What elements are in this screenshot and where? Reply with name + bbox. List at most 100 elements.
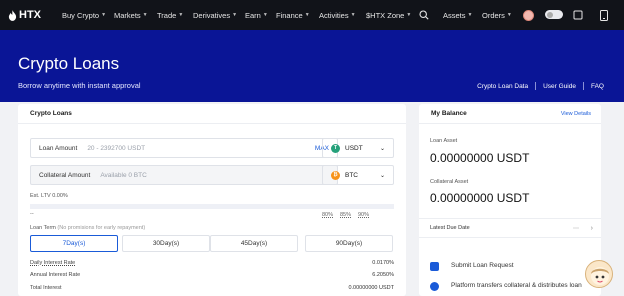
transfer-icon (430, 282, 439, 291)
notification-icon[interactable] (571, 8, 585, 22)
caret-down-icon: ▼ (232, 12, 238, 18)
annual-interest-label: Annual Interest Rate (30, 272, 81, 278)
nav-label: Derivatives (193, 10, 231, 20)
ltv-mark-80: 80% (322, 212, 334, 218)
divider (582, 82, 584, 90)
term-45-day[interactable]: 45Day(s) (210, 235, 298, 252)
faq-link[interactable]: FAQ (591, 83, 604, 90)
total-interest-value: 0.00000000 USDT (348, 285, 394, 291)
document-icon (430, 262, 439, 271)
est-ltv-label: Est. LTV 0.00% (30, 193, 68, 199)
page-subtitle: Borrow anytime with instant approval (18, 81, 141, 90)
loan-coin-select[interactable]: T USDT ⌄ (322, 138, 394, 158)
total-interest-label: Total Interest (30, 285, 62, 291)
hero-links: Crypto Loan Data User Guide FAQ (477, 82, 604, 90)
caret-down-icon: ▼ (304, 12, 310, 18)
daily-interest-label: Daily Interest Rate (30, 260, 76, 266)
nav-earn[interactable]: Earn ▼ (245, 0, 268, 30)
latest-due-date-row[interactable]: Latest Due Date ⋯ › (419, 218, 601, 238)
usdt-icon: T (331, 143, 340, 153)
search-icon[interactable] (417, 8, 431, 22)
nav-trade[interactable]: Trade ▼ (157, 0, 183, 30)
balance-card: My Balance View Details Loan Asset 0.000… (419, 104, 601, 296)
nav-activities[interactable]: Activities ▼ (319, 0, 356, 30)
ltv-value: -- (30, 211, 34, 217)
collateral-asset-label: Collateral Asset (430, 179, 469, 185)
nav-label: Finance (276, 10, 303, 20)
hero-banner: Crypto Loans Borrow anytime with instant… (0, 30, 624, 102)
nav-finance[interactable]: Finance ▼ (276, 0, 310, 30)
loan-asset-value: 0.00000000 USDT (430, 151, 530, 165)
loan-amount-placeholder: 20 - 2392700 USDT (87, 144, 146, 152)
loan-coin-label: USDT (345, 144, 363, 152)
brand-name: HTX (19, 9, 41, 21)
top-nav: HTX Buy Crypto ▼ Markets ▼ Trade ▼ Derivati… (0, 0, 624, 30)
nav-markets[interactable]: Markets ▼ (114, 0, 148, 30)
ltv-mark-90: 90% (358, 212, 370, 218)
avatar-icon[interactable] (521, 8, 535, 22)
loan-form-card: Crypto Loans Loan Amount 20 - 2392700 US… (18, 104, 406, 296)
collateral-amount-label: Collateral Amount (39, 171, 91, 179)
loan-term-note: (No promisions for early repayment) (57, 225, 146, 231)
more-icon: ⋯ (573, 225, 579, 232)
loan-term-title: Loan Term (30, 225, 56, 231)
term-30-day[interactable]: 30Day(s) (122, 235, 210, 252)
download-icon[interactable] (597, 8, 611, 22)
step-label: Submit Loan Request (451, 262, 514, 269)
term-7-day[interactable]: 7Day(s) (30, 235, 118, 252)
caret-down-icon: ▼ (467, 12, 473, 18)
latest-due-date-label: Latest Due Date (430, 225, 470, 231)
divider (535, 82, 537, 90)
nav-assets[interactable]: Assets ▼ (443, 0, 472, 30)
loan-amount-field[interactable]: Loan Amount 20 - 2392700 USDT MAX (30, 138, 338, 158)
collateral-amount-field[interactable]: Collateral Amount Available 0 BTC (30, 165, 338, 185)
support-assistant-icon[interactable] (585, 260, 613, 288)
caret-down-icon: ▼ (506, 12, 512, 18)
term-90-day[interactable]: 90Day(s) (305, 235, 393, 252)
nav-label: Activities (319, 10, 349, 20)
htx-logo[interactable]: HTX (8, 9, 41, 21)
nav-buy-crypto[interactable]: Buy Crypto ▼ (62, 0, 106, 30)
nav-label: Buy Crypto (62, 10, 100, 20)
step-submit-loan: Submit Loan Request (430, 262, 514, 271)
chevron-down-icon: ⌄ (379, 145, 385, 152)
view-details-link[interactable]: View Details (561, 111, 591, 117)
loan-amount-label: Loan Amount (39, 144, 78, 152)
loan-form-header: Crypto Loans (18, 104, 406, 124)
collateral-coin-label: BTC (345, 171, 358, 179)
nav-label: Markets (114, 10, 141, 20)
loan-term-label: Loan Term (No promisions for early repay… (30, 225, 145, 231)
user-guide-link[interactable]: User Guide (543, 83, 576, 90)
caret-down-icon: ▼ (178, 12, 184, 18)
collateral-asset-value: 0.00000000 USDT (430, 191, 530, 205)
collateral-coin-select[interactable]: ₿ BTC ⌄ (322, 165, 394, 185)
ltv-progress-bar (30, 204, 394, 209)
chevron-down-icon: ⌄ (379, 172, 385, 179)
daily-interest-value: 0.0170% (372, 260, 394, 266)
caret-down-icon: ▼ (142, 12, 148, 18)
caret-down-icon: ▼ (406, 12, 412, 18)
annual-interest-value: 6.2050% (372, 272, 394, 278)
nav-label: Assets (443, 10, 466, 20)
ltv-mark-85: 85% (340, 212, 352, 218)
balance-title: My Balance (431, 110, 467, 117)
caret-down-icon: ▼ (350, 12, 356, 18)
nav-label: Earn (245, 10, 261, 20)
nav-derivatives[interactable]: Derivatives ▼ (193, 0, 237, 30)
step-label: Platform transfers collateral & distribu… (451, 282, 582, 289)
nav-htx-zone[interactable]: $HTX Zone ▼ (366, 0, 411, 30)
nav-label: Trade (157, 10, 177, 20)
nav-orders[interactable]: Orders ▼ (482, 0, 512, 30)
caret-down-icon: ▼ (101, 12, 107, 18)
theme-toggle-icon[interactable] (545, 10, 563, 19)
loan-asset-label: Loan Asset (430, 138, 458, 144)
flame-icon (8, 9, 17, 21)
crypto-loan-data-link[interactable]: Crypto Loan Data (477, 83, 528, 90)
nav-label: Orders (482, 10, 505, 20)
btc-icon: ₿ (331, 170, 340, 180)
balance-header: My Balance View Details (419, 104, 601, 124)
chevron-right-icon: › (590, 224, 593, 232)
caret-down-icon: ▼ (262, 12, 268, 18)
step-platform-transfer: Platform transfers collateral & distribu… (430, 282, 598, 291)
nav-label: $HTX Zone (366, 10, 405, 20)
